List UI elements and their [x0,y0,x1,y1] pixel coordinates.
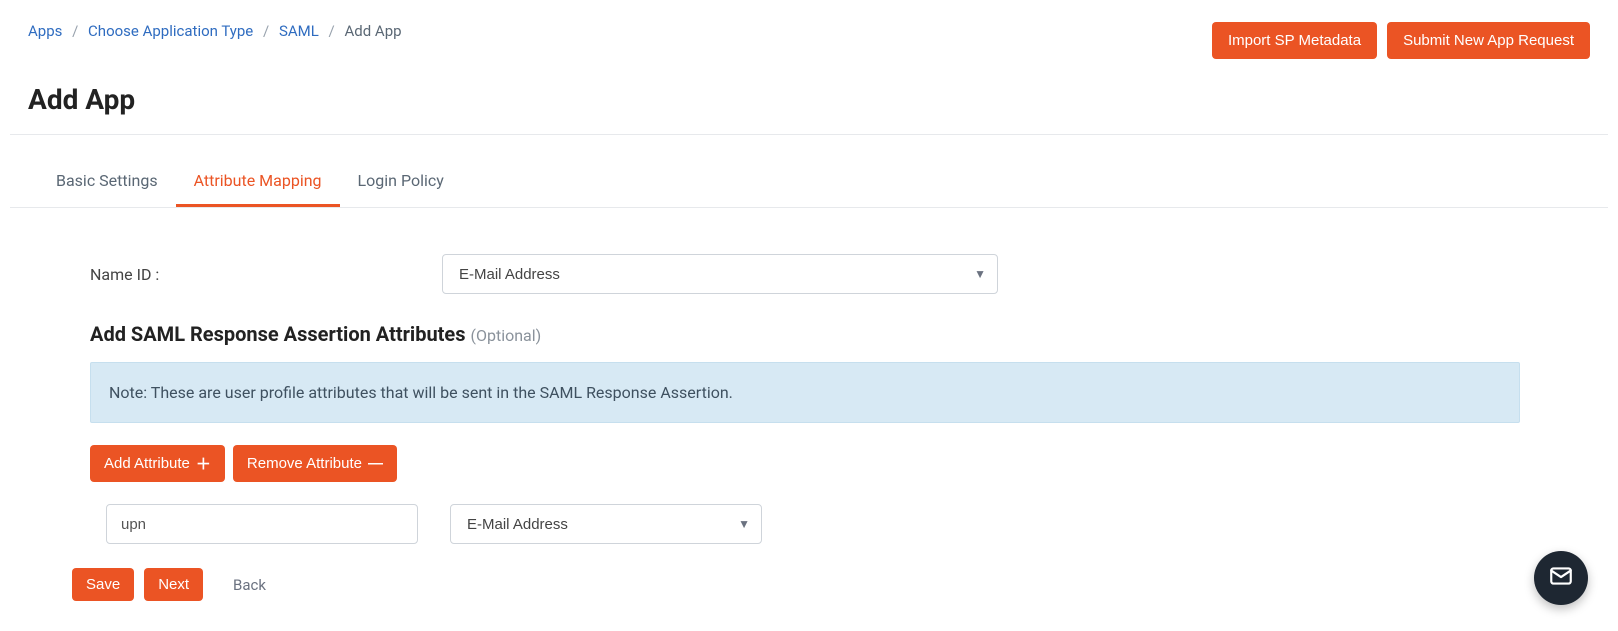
header-actions: Import SP Metadata Submit New App Reques… [1212,22,1590,59]
attribute-name-input[interactable] [106,504,418,544]
attribute-map-select[interactable]: E-Mail Address [450,504,762,544]
save-button[interactable]: Save [72,568,134,601]
breadcrumb-saml[interactable]: SAML [279,22,319,40]
breadcrumb-sep: / [329,22,335,40]
minus-icon: — [368,455,383,472]
page-title: Add App [28,83,1590,116]
breadcrumb-current: Add App [344,22,401,40]
breadcrumb-apps[interactable]: Apps [28,22,62,40]
name-id-select[interactable]: E-Mail Address [442,254,998,294]
attribute-map-select-wrap: E-Mail Address ▼ [450,504,762,544]
name-id-row: Name ID : E-Mail Address ▼ [90,254,1590,294]
assertion-title-text: Add SAML Response Assertion Attributes [90,322,466,346]
tab-basic-settings[interactable]: Basic Settings [38,157,176,207]
name-id-select-wrap: E-Mail Address ▼ [442,254,998,294]
footer-actions: Save Next Back [72,568,1590,601]
mail-icon [1548,563,1574,593]
add-attribute-button[interactable]: Add Attribute ＋ [90,445,225,482]
assertion-optional-text: (Optional) [471,326,542,345]
next-button[interactable]: Next [144,568,203,601]
tabs: Basic Settings Attribute Mapping Login P… [10,157,1608,208]
remove-attribute-button[interactable]: Remove Attribute — [233,445,397,482]
name-id-label: Name ID : [90,265,442,284]
add-attribute-label: Add Attribute [104,455,190,472]
breadcrumb-sep: / [72,22,78,40]
tab-content: Name ID : E-Mail Address ▼ Add SAML Resp… [0,208,1618,621]
breadcrumb: Apps / Choose Application Type / SAML / … [28,22,402,40]
import-sp-metadata-button[interactable]: Import SP Metadata [1212,22,1377,59]
note-box: Note: These are user profile attributes … [90,362,1520,423]
tab-login-policy[interactable]: Login Policy [340,157,462,207]
breadcrumb-sep: / [263,22,269,40]
attribute-button-row: Add Attribute ＋ Remove Attribute — [90,445,1590,482]
assertion-section-title: Add SAML Response Assertion Attributes (… [90,322,1590,346]
breadcrumb-choose-type[interactable]: Choose Application Type [88,22,253,40]
tab-attribute-mapping[interactable]: Attribute Mapping [176,157,340,207]
submit-new-app-request-button[interactable]: Submit New App Request [1387,22,1590,59]
plus-icon: ＋ [196,453,211,474]
divider [10,134,1608,135]
remove-attribute-label: Remove Attribute [247,455,362,472]
attribute-row: E-Mail Address ▼ [106,504,1590,544]
support-chat-fab[interactable] [1534,551,1588,605]
back-link[interactable]: Back [233,576,266,594]
